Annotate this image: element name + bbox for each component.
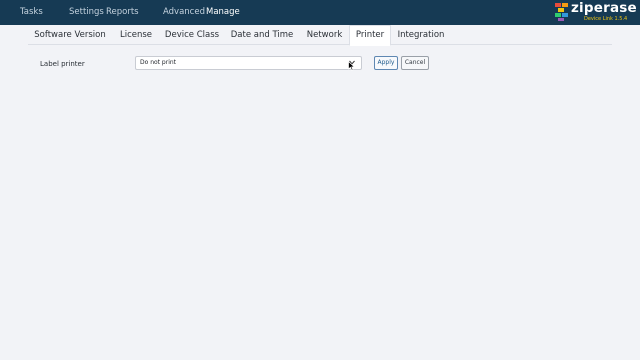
nav-advanced[interactable]: Advanced — [163, 7, 205, 17]
brand-version: Device Link 1.5.4 — [584, 16, 628, 22]
brand-logo: ziperase Device Link 1.5.4 — [555, 0, 637, 23]
top-navigation-bar: Tasks Settings Reports Advanced Manage z… — [0, 0, 640, 25]
nav-manage[interactable]: Manage — [206, 7, 240, 17]
tab-date-and-time[interactable]: Date and Time — [228, 25, 296, 45]
tab-integration[interactable]: Integration — [396, 25, 446, 45]
cancel-button[interactable]: Cancel — [401, 56, 429, 70]
tab-device-class[interactable]: Device Class — [162, 25, 222, 45]
tab-printer[interactable]: Printer — [349, 25, 391, 46]
tab-license[interactable]: License — [114, 25, 158, 45]
label-printer-label: Label printer — [40, 60, 85, 68]
nav-reports[interactable]: Reports — [106, 7, 139, 17]
nav-tasks[interactable]: Tasks — [20, 7, 43, 17]
label-printer-select-value: Do not print — [140, 59, 177, 66]
mouse-cursor-icon — [348, 61, 355, 71]
apply-button[interactable]: Apply — [374, 56, 398, 70]
ziperase-logo-icon — [555, 3, 568, 21]
brand-name: ziperase — [571, 0, 637, 16]
nav-settings[interactable]: Settings — [69, 7, 104, 17]
manage-tabs: Software Version License Device Class Da… — [28, 25, 612, 46]
tab-software-version[interactable]: Software Version — [28, 25, 112, 45]
label-printer-select[interactable]: Do not print — [135, 56, 362, 70]
tab-network[interactable]: Network — [303, 25, 346, 45]
